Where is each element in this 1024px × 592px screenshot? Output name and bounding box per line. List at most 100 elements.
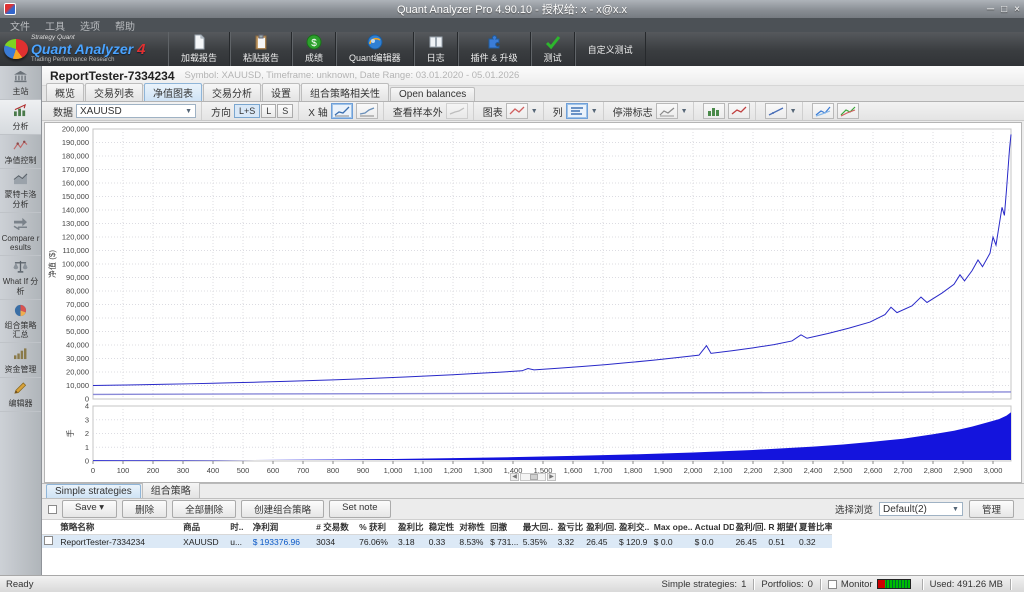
sidebar-item-分析[interactable]: 分析 bbox=[0, 100, 41, 135]
tab-净值图表[interactable]: 净值图表 bbox=[144, 83, 202, 101]
column-header-actual-dd[interactable]: Actual DD bbox=[692, 520, 734, 535]
combined-graph-button[interactable] bbox=[764, 103, 787, 119]
toolbar-button-插件-升级[interactable]: 插件 & 升级 bbox=[457, 32, 531, 66]
column-header-盈利交[interactable]: 盈利交.. bbox=[616, 520, 652, 535]
chevron-down-icon: ▼ bbox=[952, 505, 959, 513]
cell-max-ope: $ 0.0 bbox=[653, 536, 673, 547]
menu-item-工具[interactable]: 工具 bbox=[45, 18, 65, 33]
table-row[interactable]: ReportTester-7334234 XAUUSD u... $ 193376.9… bbox=[42, 534, 832, 548]
oos-toggle-button[interactable] bbox=[445, 103, 468, 119]
column-header-策略名称[interactable]: 策略名称 bbox=[58, 520, 182, 535]
strategy-button-save[interactable]: Save ▾ bbox=[62, 500, 118, 518]
column-header-夏普比率[interactable]: 夏普比率 bbox=[797, 520, 832, 535]
xaxis-trades-button[interactable] bbox=[330, 103, 353, 119]
compare-icon bbox=[13, 217, 28, 232]
minimize-button[interactable]: ─ bbox=[987, 4, 994, 15]
strategy-button-创建组合策略[interactable]: 创建组合策略 bbox=[241, 500, 325, 518]
tab-设置[interactable]: 设置 bbox=[262, 83, 300, 101]
tab-交易列表[interactable]: 交易列表 bbox=[85, 83, 143, 101]
sidebar-item-label: 分析 bbox=[12, 121, 29, 131]
toolbar-button-成绩[interactable]: $ 成绩 bbox=[292, 32, 337, 66]
tab-组合策略相关性[interactable]: 组合策略相关性 bbox=[301, 83, 389, 101]
menu-item-文件[interactable]: 文件 bbox=[10, 18, 30, 33]
column-header-盈利比[interactable]: 盈利比 bbox=[396, 520, 427, 535]
direction-button-l[interactable]: L bbox=[261, 104, 277, 118]
column-header-盈亏比[interactable]: 盈亏比 bbox=[555, 520, 585, 535]
column-header-稳定性[interactable]: 稳定性 bbox=[426, 520, 458, 535]
stagnation-button[interactable] bbox=[655, 103, 678, 119]
select-all-checkbox[interactable] bbox=[48, 504, 57, 514]
strategy-button-删除[interactable]: 删除 bbox=[122, 500, 168, 518]
columns-dropdown-arrow[interactable]: ▼ bbox=[591, 108, 598, 115]
strategies-panel: Simple strategies 组合策略 Save ▾ 删除 全部删除 创建组合策略… bbox=[42, 480, 1024, 575]
svg-text:100,000: 100,000 bbox=[62, 260, 89, 269]
graphs-dropdown-arrow[interactable]: ▼ bbox=[531, 108, 538, 115]
toolbar-button-加载报告[interactable]: 加载报告 bbox=[168, 32, 231, 66]
sidebar-item-蒙特卡洛分析[interactable]: 蒙特卡洛分析 bbox=[0, 169, 41, 213]
row-checkbox[interactable] bbox=[44, 536, 53, 545]
direction-button-s[interactable]: S bbox=[277, 104, 294, 118]
scrollbar-thumb[interactable] bbox=[530, 474, 538, 480]
menu-item-选项[interactable]: 选项 bbox=[80, 18, 100, 33]
column-header-最大回[interactable]: 最大回.. bbox=[520, 520, 556, 535]
toolbar-button-粘贴报告[interactable]: 粘贴报告 bbox=[230, 32, 293, 66]
column-header-获利[interactable]: % 获利 bbox=[357, 520, 396, 535]
stagnation-dropdown-arrow[interactable]: ▼ bbox=[681, 108, 688, 115]
column-header-对称性[interactable]: 对称性 bbox=[457, 520, 489, 535]
column-header-商品[interactable]: 商品 bbox=[181, 520, 229, 535]
status-bar: Ready Simple strategies: 1 Portfolios: 0 M… bbox=[0, 575, 1024, 592]
column-header-时[interactable]: 时.. bbox=[228, 520, 251, 535]
combined-dropdown-arrow[interactable]: ▼ bbox=[790, 108, 797, 115]
direction-button-l-s[interactable]: L+S bbox=[234, 104, 261, 118]
sidebar-item-资金管理[interactable]: 资金管理 bbox=[0, 343, 41, 378]
svg-text:190,000: 190,000 bbox=[62, 138, 89, 147]
line-graph-red-button[interactable] bbox=[727, 103, 750, 119]
maximize-button[interactable]: □ bbox=[1001, 4, 1007, 15]
column-header-盈利-回[interactable]: 盈利/回.. bbox=[733, 520, 767, 535]
bar-graph-button[interactable] bbox=[702, 103, 725, 119]
scroll-right-icon[interactable]: ▶ bbox=[547, 473, 556, 481]
sidebar-item-主站[interactable]: 主站 bbox=[0, 66, 41, 101]
column-header-max-ope[interactable]: Max ope... bbox=[651, 520, 693, 535]
tab-概览[interactable]: 概览 bbox=[46, 83, 84, 101]
xaxis-time-button[interactable] bbox=[355, 103, 378, 119]
column-header-净利润[interactable]: 净利润 bbox=[250, 520, 315, 535]
view-select[interactable]: Default(2) ▼ bbox=[878, 502, 963, 516]
column-header-r-期望值[interactable]: R 期望值 bbox=[766, 520, 797, 535]
strategy-button-全部删除[interactable]: 全部删除 bbox=[172, 500, 237, 518]
report-tabs: 概览 交易列表 净值图表 交易分析 设置 组合策略相关性 Open balances bbox=[42, 83, 1024, 102]
equity-chart[interactable]: 0 10,000 20,000 30,000 40,000 50,000 60,000 70,… bbox=[45, 123, 1021, 477]
chart-scrollbar[interactable]: ◀ ▶ bbox=[510, 473, 556, 481]
sidebar-item-编辑器[interactable]: 编辑器 bbox=[0, 378, 41, 413]
multiline-blue-button[interactable] bbox=[811, 103, 834, 119]
multiline-green-button[interactable] bbox=[836, 103, 859, 119]
column-header-盈利-回[interactable]: 盈利/回.. bbox=[584, 520, 617, 535]
sidebar-item-净值控制[interactable]: 净值控制 bbox=[0, 135, 41, 170]
columns-button[interactable] bbox=[565, 103, 588, 119]
tab-交易分析[interactable]: 交易分析 bbox=[203, 83, 261, 101]
manage-views-button[interactable]: 管理 bbox=[968, 500, 1014, 518]
column-header-回撤[interactable]: 回撤 bbox=[488, 520, 521, 535]
svg-text:2,200: 2,200 bbox=[744, 466, 763, 475]
scroll-left-icon[interactable]: ◀ bbox=[510, 473, 519, 481]
toolbar-button-日志[interactable]: 日志 bbox=[413, 32, 458, 66]
pencil-icon bbox=[13, 382, 28, 397]
graphs-button[interactable] bbox=[505, 103, 528, 119]
toolbar-button-quant编辑器[interactable]: Quant编辑器 bbox=[336, 32, 414, 66]
column-header-交易数[interactable]: # 交易数 bbox=[314, 520, 358, 535]
sidebar-item-compare-results[interactable]: Compare results bbox=[0, 213, 41, 257]
close-button[interactable]: × bbox=[1014, 4, 1020, 15]
toolbar-button-自定义测试[interactable]: 自定义测试 bbox=[574, 32, 646, 66]
strategies-tab-simple-strategies[interactable]: Simple strategies bbox=[46, 484, 141, 498]
sidebar-item-what-if-分析[interactable]: What If 分析 bbox=[0, 256, 41, 300]
sidebar-item-组合策略汇总[interactable]: 组合策略汇总 bbox=[0, 300, 41, 344]
menu-item-帮助[interactable]: 帮助 bbox=[115, 18, 135, 33]
cell-最大回: 5.35% bbox=[522, 536, 547, 547]
monitor-checkbox[interactable] bbox=[827, 579, 837, 589]
strategy-button-set-note[interactable]: Set note bbox=[329, 500, 391, 518]
data-select[interactable]: XAUUSD ▼ bbox=[76, 104, 196, 118]
toolbar-button-label: 插件 & 升级 bbox=[470, 53, 518, 63]
tab-open-balances[interactable]: Open balances bbox=[390, 87, 476, 101]
logo-pie-icon bbox=[4, 39, 28, 59]
toolbar-button-测试[interactable]: 测试 bbox=[530, 32, 575, 66]
